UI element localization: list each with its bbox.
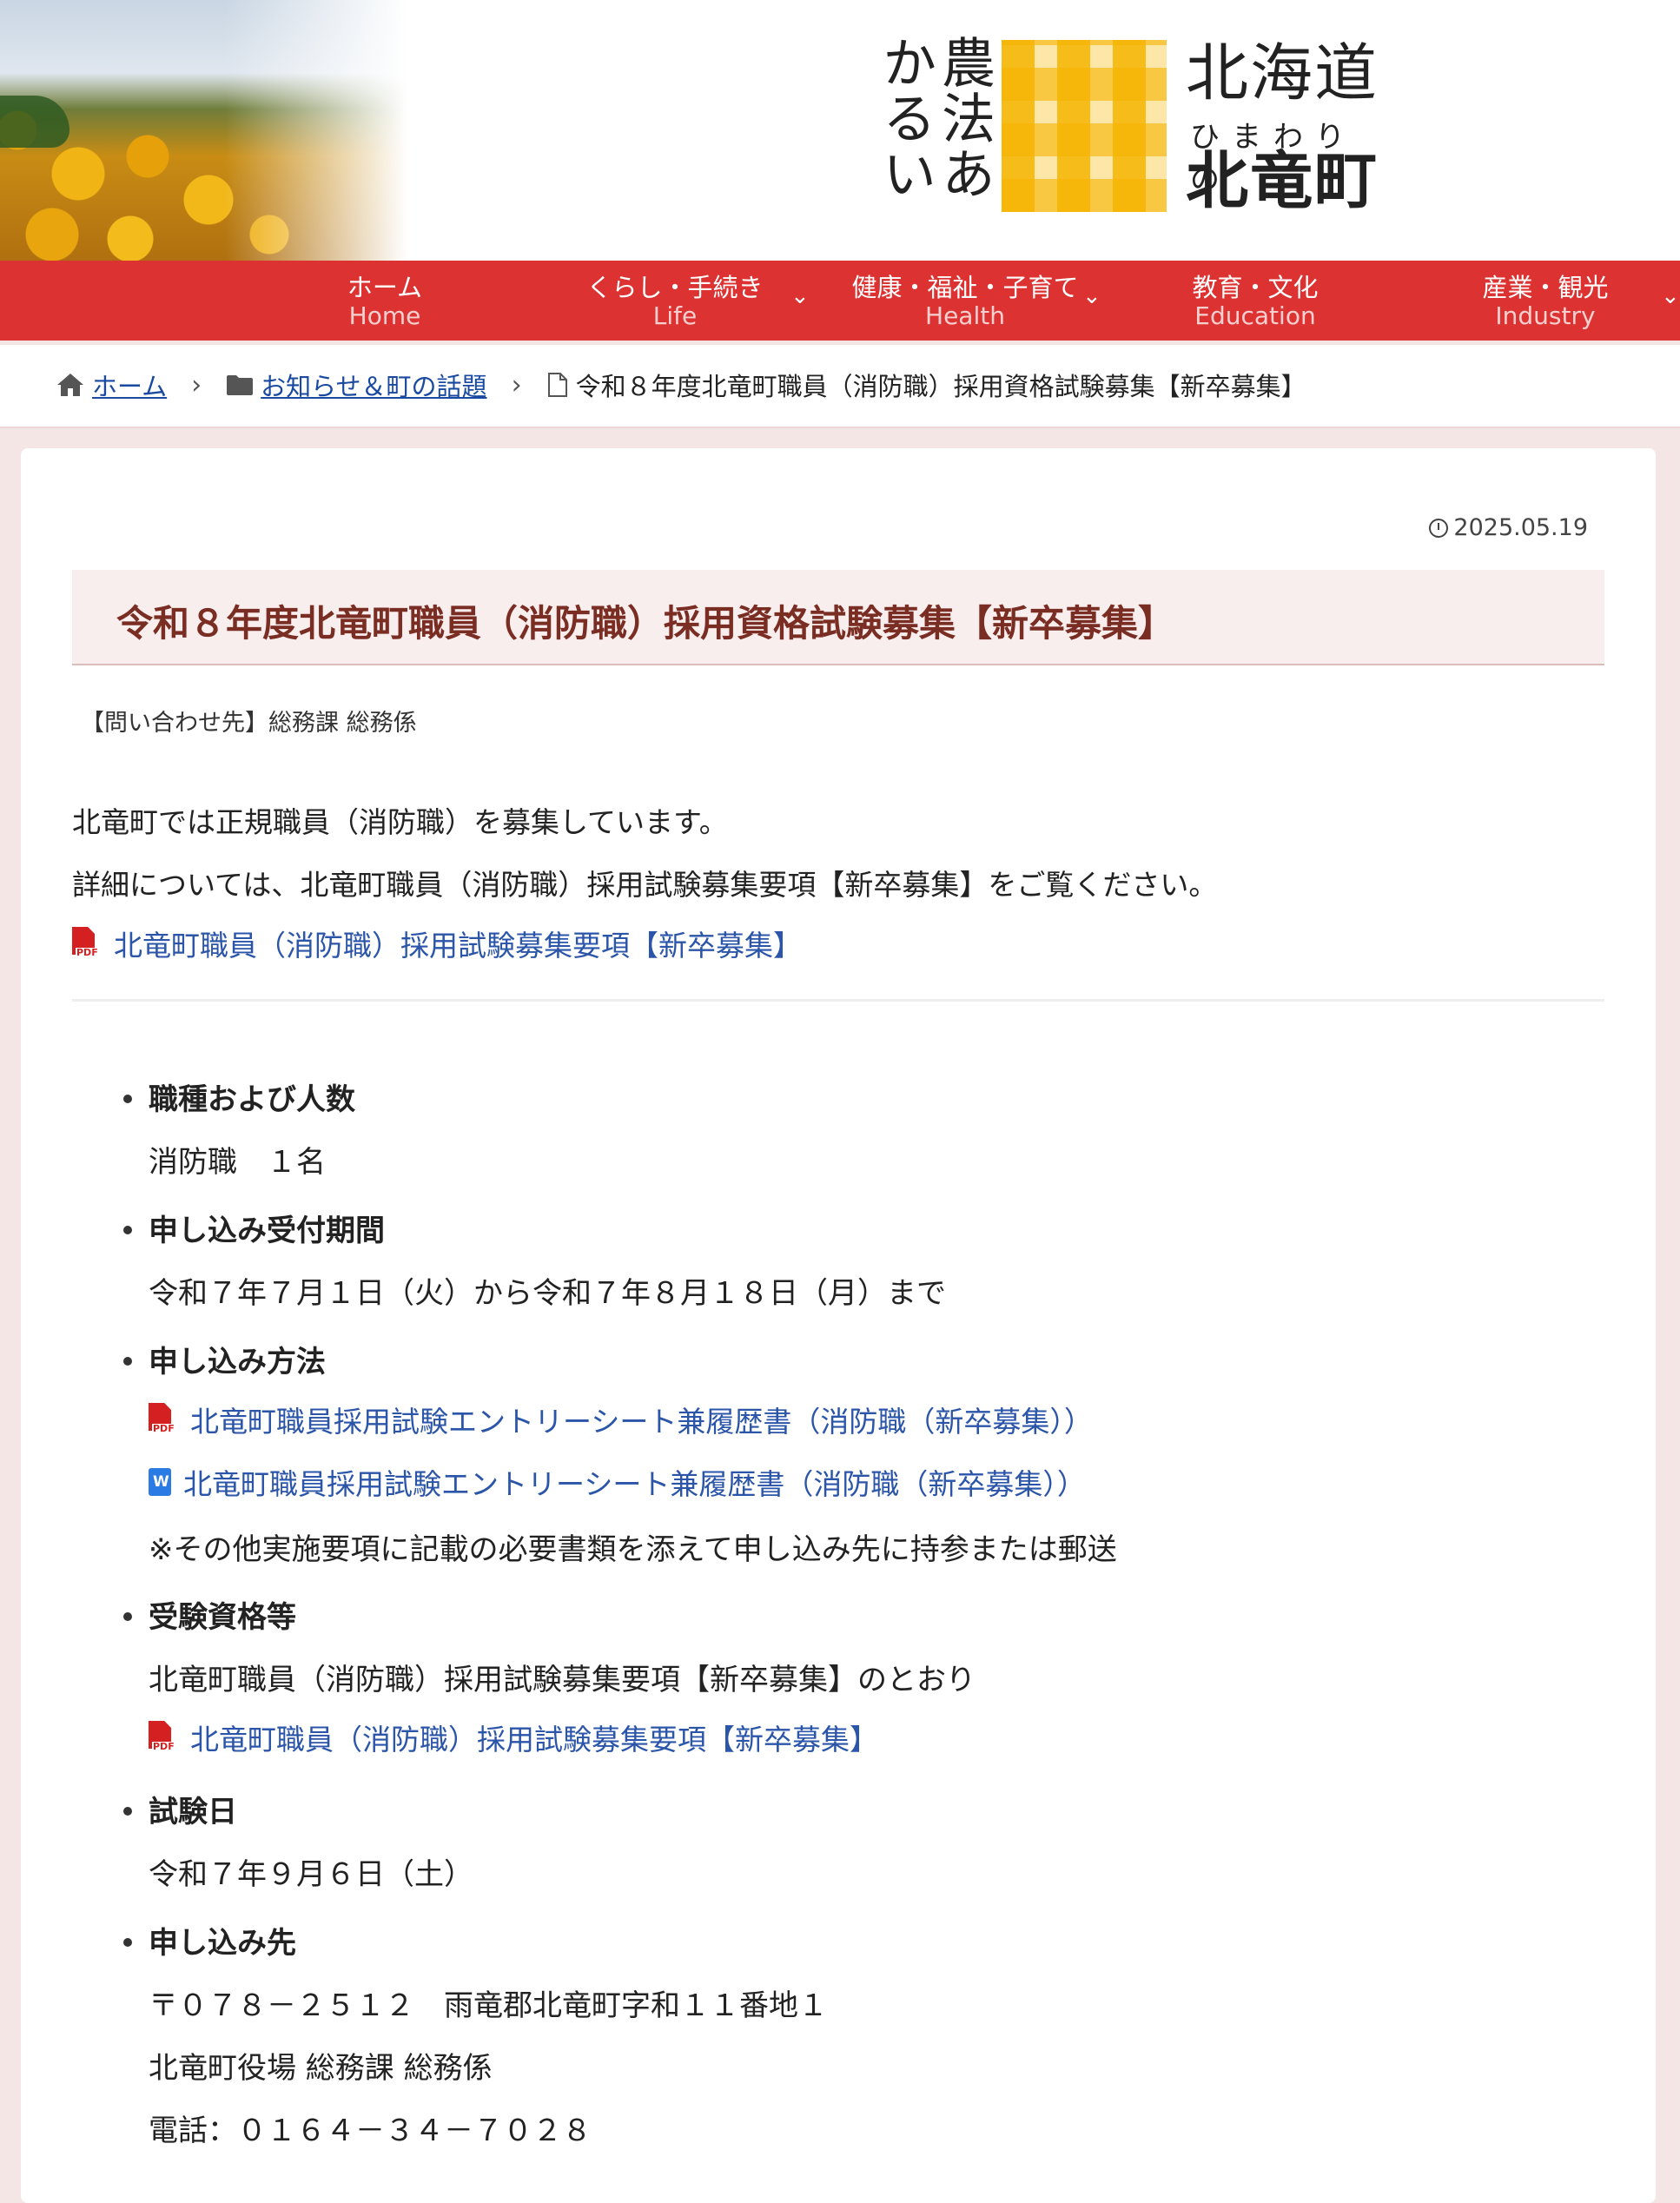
pdf-icon: PDF	[149, 1721, 176, 1754]
chevron-down-icon[interactable]: ⌄	[1661, 283, 1680, 309]
apply-to-address: 〒０７８－２５１２ 雨竜郡北竜町字和１１番地１	[149, 1988, 828, 2023]
section-heading-exam-date: 試験日	[149, 1795, 237, 1829]
nav-item-education[interactable]: 教育・文化 Education	[1125, 261, 1386, 341]
folder-icon	[227, 375, 254, 395]
home-icon	[57, 374, 83, 396]
breadcrumb-current: 令和８年度北竜町職員（消防職）採用資格試験募集【新卒募集】	[575, 372, 1306, 401]
guide-pdf-link[interactable]: PDF 北竜町職員（消防職）採用試験募集要項【新卒募集】	[72, 923, 802, 964]
nav-item-health[interactable]: 健康・福祉・子育て Health	[835, 261, 1095, 341]
section-body-qualification: 北竜町職員（消防職）採用試験募集要項【新卒募集】のとおり	[149, 1663, 976, 1697]
intro-text: 北竜町では正規職員（消防職）を募集しています。	[72, 805, 728, 839]
divider	[72, 999, 1604, 1002]
section-heading-apply-to: 申し込み先	[149, 1926, 296, 1961]
logo-check-pattern	[1002, 40, 1167, 212]
bullet	[123, 1938, 132, 1947]
section-heading-job: 職種および人数	[149, 1082, 355, 1117]
contact-info: 【問い合わせ先】総務課 総務係	[81, 710, 417, 737]
sunflower-hero-image	[0, 0, 408, 261]
entry-sheet-word-link[interactable]: 北竜町職員採用試験エントリーシート兼履歴書（消防職（新卒募集））	[149, 1461, 1086, 1503]
chevron-right-icon: ›	[191, 369, 202, 400]
pdf-icon: PDF	[149, 1403, 176, 1436]
site-logo[interactable]: 農法あかるい 北海道 ひまわりの 北竜町	[841, 35, 1397, 217]
section-body-period: 令和７年７月１日（火）から令和７年８月１８日（月）まで	[149, 1276, 946, 1311]
nav-item-industry[interactable]: 産業・観光 Industry	[1415, 261, 1676, 341]
apply-to-phone: 電話：０１６４－３４－７０２８	[149, 2114, 592, 2148]
entry-sheet-pdf-link[interactable]: PDF 北竜町職員採用試験エントリーシート兼履歴書（消防職（新卒募集））	[149, 1399, 1093, 1440]
breadcrumb-home-link[interactable]: ホーム	[92, 367, 167, 403]
breadcrumb-category-link[interactable]: お知らせ＆町の話題	[261, 367, 486, 403]
chevron-down-icon[interactable]: ⌄	[790, 283, 810, 309]
chevron-down-icon[interactable]: ⌄	[1082, 283, 1101, 309]
section-body-job: 消防職 １名	[149, 1145, 326, 1180]
section-body-exam-date: 令和７年９月６日（土）	[149, 1857, 473, 1892]
global-nav: ホーム Home くらし・手続き Life ⌄ 健康・福祉・子育て Health…	[0, 261, 1680, 341]
logo-region: 北海道	[1186, 36, 1379, 109]
logo-town: 北竜町	[1186, 144, 1379, 217]
bullet	[123, 1226, 132, 1234]
section-heading-period: 申し込み受付期間	[149, 1214, 385, 1248]
bullet	[123, 1807, 132, 1816]
word-icon	[149, 1468, 171, 1496]
section-heading-method: 申し込み方法	[149, 1345, 326, 1379]
intro-text: 詳細については、北竜町職員（消防職）採用試験募集要項【新卒募集】をご覧ください。	[72, 868, 1218, 902]
article-title: 令和８年度北竜町職員（消防職）採用資格試験募集【新卒募集】	[116, 602, 1175, 645]
bullet	[123, 1612, 132, 1621]
section-heading-qualification: 受験資格等	[149, 1600, 296, 1635]
breadcrumb: ホーム › お知らせ＆町の話題 › 令和８年度北竜町職員（消防職）採用資格試験募…	[0, 345, 1680, 428]
site-header: 農法あかるい 北海道 ひまわりの 北竜町	[0, 0, 1680, 261]
qualification-pdf-link[interactable]: PDF 北竜町職員（消防職）採用試験募集要項【新卒募集】	[149, 1717, 878, 1758]
article-title-box: 令和８年度北竜町職員（消防職）採用資格試験募集【新卒募集】	[72, 570, 1604, 665]
clock-icon	[1429, 518, 1449, 538]
post-date: 2025.05.19	[1429, 514, 1588, 541]
chevron-right-icon: ›	[511, 369, 522, 400]
nav-item-home[interactable]: ホーム Home	[255, 261, 515, 341]
section-note-method: ※その他実施要項に記載の必要書類を添えて申し込み先に持参または郵送	[149, 1532, 1117, 1567]
apply-to-office: 北竜町役場 総務課 総務係	[149, 2051, 493, 2086]
logo-tagline: 農法あかるい	[873, 35, 995, 202]
bullet	[123, 1357, 132, 1366]
nav-item-life[interactable]: くらし・手続き Life	[545, 261, 805, 341]
pdf-icon: PDF	[72, 927, 100, 960]
file-icon	[547, 373, 567, 397]
bullet	[123, 1095, 132, 1103]
article-card: 2025.05.19 令和８年度北竜町職員（消防職）採用資格試験募集【新卒募集】…	[21, 448, 1656, 2203]
